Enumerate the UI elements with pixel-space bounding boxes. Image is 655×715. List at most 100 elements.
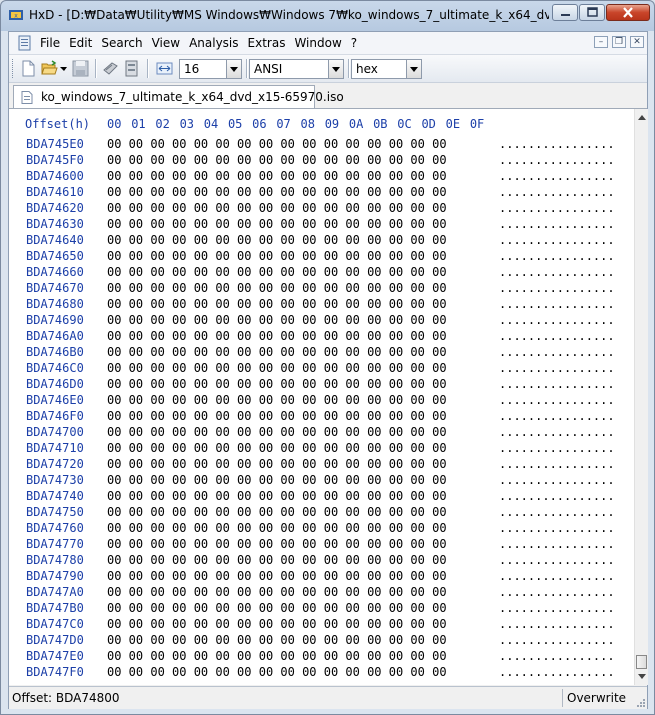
toolbar-grip[interactable]: [12, 59, 16, 78]
charset-select[interactable]: ANSI: [249, 59, 344, 79]
bytes-per-row-select[interactable]: 16: [179, 59, 242, 79]
mdi-minimize-button[interactable]: –: [594, 36, 608, 48]
row-text[interactable]: ................: [499, 313, 615, 327]
row-text[interactable]: ................: [499, 185, 615, 199]
scroll-up-icon[interactable]: [638, 115, 646, 120]
row-hex-bytes[interactable]: 00 00 00 00 00 00 00 00 00 00 00 00 00 0…: [107, 441, 447, 455]
row-hex-bytes[interactable]: 00 00 00 00 00 00 00 00 00 00 00 00 00 0…: [107, 649, 447, 663]
row-text[interactable]: ................: [499, 329, 615, 343]
row-hex-bytes[interactable]: 00 00 00 00 00 00 00 00 00 00 00 00 00 0…: [107, 489, 447, 503]
row-hex-bytes[interactable]: 00 00 00 00 00 00 00 00 00 00 00 00 00 0…: [107, 393, 447, 407]
row-hex-bytes[interactable]: 00 00 00 00 00 00 00 00 00 00 00 00 00 0…: [107, 585, 447, 599]
row-hex-bytes[interactable]: 00 00 00 00 00 00 00 00 00 00 00 00 00 0…: [107, 521, 447, 535]
row-text[interactable]: ................: [499, 361, 615, 375]
vertical-scrollbar[interactable]: [634, 109, 648, 685]
row-hex-bytes[interactable]: 00 00 00 00 00 00 00 00 00 00 00 00 00 0…: [107, 553, 447, 567]
row-hex-bytes[interactable]: 00 00 00 00 00 00 00 00 00 00 00 00 00 0…: [107, 249, 447, 263]
row-text[interactable]: ................: [499, 585, 615, 599]
row-text[interactable]: ................: [499, 409, 615, 423]
row-hex-bytes[interactable]: 00 00 00 00 00 00 00 00 00 00 00 00 00 0…: [107, 457, 447, 471]
row-hex-bytes[interactable]: 00 00 00 00 00 00 00 00 00 00 00 00 00 0…: [107, 185, 447, 199]
row-text[interactable]: ................: [499, 425, 615, 439]
row-text[interactable]: ................: [499, 217, 615, 231]
row-text[interactable]: ................: [499, 441, 615, 455]
row-hex-bytes[interactable]: 00 00 00 00 00 00 00 00 00 00 00 00 00 0…: [107, 537, 447, 551]
row-hex-bytes[interactable]: 00 00 00 00 00 00 00 00 00 00 00 00 00 0…: [107, 409, 447, 423]
menu-item[interactable]: Edit: [69, 36, 92, 50]
row-text[interactable]: ................: [499, 505, 615, 519]
row-hex-bytes[interactable]: 00 00 00 00 00 00 00 00 00 00 00 00 00 0…: [107, 601, 447, 615]
row-text[interactable]: ................: [499, 281, 615, 295]
row-text[interactable]: ................: [499, 137, 615, 151]
row-text[interactable]: ................: [499, 489, 615, 503]
row-hex-bytes[interactable]: 00 00 00 00 00 00 00 00 00 00 00 00 00 0…: [107, 313, 447, 327]
row-hex-bytes[interactable]: 00 00 00 00 00 00 00 00 00 00 00 00 00 0…: [107, 361, 447, 375]
row-hex-bytes[interactable]: 00 00 00 00 00 00 00 00 00 00 00 00 00 0…: [107, 633, 447, 647]
menu-item[interactable]: File: [40, 36, 60, 50]
row-text[interactable]: ................: [499, 665, 615, 679]
row-text[interactable]: ................: [499, 377, 615, 391]
new-file-icon[interactable]: [20, 60, 37, 77]
row-text[interactable]: ................: [499, 265, 615, 279]
minimize-button[interactable]: [552, 4, 578, 21]
maximize-button[interactable]: [579, 4, 605, 21]
row-text[interactable]: ................: [499, 601, 615, 615]
document-menu-icon[interactable]: [17, 35, 33, 51]
row-hex-bytes[interactable]: 00 00 00 00 00 00 00 00 00 00 00 00 00 0…: [107, 377, 447, 391]
menu-item[interactable]: Search: [101, 36, 142, 50]
tab-iso-file[interactable]: ko_windows_7_ultimate_k_x64_dvd_x15-6597…: [13, 85, 344, 108]
close-button[interactable]: [606, 4, 650, 21]
row-hex-bytes[interactable]: 00 00 00 00 00 00 00 00 00 00 00 00 00 0…: [107, 665, 447, 679]
row-hex-bytes[interactable]: 00 00 00 00 00 00 00 00 00 00 00 00 00 0…: [107, 425, 447, 439]
row-hex-bytes[interactable]: 00 00 00 00 00 00 00 00 00 00 00 00 00 0…: [107, 329, 447, 343]
hex-editor[interactable]: Offset(h) 00 01 02 03 04 05 06 07 08 09 0A 0B 0C 0D 0E…: [9, 109, 634, 685]
row-text[interactable]: ................: [499, 457, 615, 471]
row-hex-bytes[interactable]: 00 00 00 00 00 00 00 00 00 00 00 00 00 0…: [107, 345, 447, 359]
offset-base-select[interactable]: hex: [351, 59, 422, 79]
row-text[interactable]: ................: [499, 233, 615, 247]
menu-item[interactable]: View: [152, 36, 180, 50]
row-hex-bytes[interactable]: 00 00 00 00 00 00 00 00 00 00 00 00 00 0…: [107, 137, 447, 151]
row-text[interactable]: ................: [499, 201, 615, 215]
row-hex-bytes[interactable]: 00 00 00 00 00 00 00 00 00 00 00 00 00 0…: [107, 505, 447, 519]
row-text[interactable]: ................: [499, 537, 615, 551]
row-hex-bytes[interactable]: 00 00 00 00 00 00 00 00 00 00 00 00 00 0…: [107, 153, 447, 167]
row-hex-bytes[interactable]: 00 00 00 00 00 00 00 00 00 00 00 00 00 0…: [107, 217, 447, 231]
row-text[interactable]: ................: [499, 297, 615, 311]
chevron-down-icon[interactable]: [328, 60, 343, 78]
row-hex-bytes[interactable]: 00 00 00 00 00 00 00 00 00 00 00 00 00 0…: [107, 281, 447, 295]
row-text[interactable]: ................: [499, 633, 615, 647]
mdi-close-button[interactable]: ✕: [630, 36, 644, 48]
row-hex-bytes[interactable]: 00 00 00 00 00 00 00 00 00 00 00 00 00 0…: [107, 297, 447, 311]
row-text[interactable]: ................: [499, 249, 615, 263]
menu-item[interactable]: ?: [351, 36, 357, 50]
row-text[interactable]: ................: [499, 153, 615, 167]
row-hex-bytes[interactable]: 00 00 00 00 00 00 00 00 00 00 00 00 00 0…: [107, 473, 447, 487]
row-text[interactable]: ................: [499, 649, 615, 663]
scroll-down-icon[interactable]: [638, 674, 646, 679]
row-text[interactable]: ................: [499, 345, 615, 359]
row-hex-bytes[interactable]: 00 00 00 00 00 00 00 00 00 00 00 00 00 0…: [107, 201, 447, 215]
save-icon[interactable]: [72, 60, 89, 77]
row-text[interactable]: ................: [499, 473, 615, 487]
title-bar[interactable]: x HxD - [D:₩Data₩Utility₩MS Windows₩Wind…: [1, 1, 654, 29]
row-text[interactable]: ................: [499, 169, 615, 183]
chevron-down-icon[interactable]: [226, 60, 241, 78]
row-text[interactable]: ................: [499, 521, 615, 535]
row-hex-bytes[interactable]: 00 00 00 00 00 00 00 00 00 00 00 00 00 0…: [107, 233, 447, 247]
menu-item[interactable]: Window: [294, 36, 341, 50]
scrollbar-thumb[interactable]: [636, 655, 647, 669]
disk-icon[interactable]: [102, 60, 119, 77]
row-text[interactable]: ................: [499, 617, 615, 631]
open-dropdown-icon[interactable]: [59, 60, 68, 77]
row-text[interactable]: ................: [499, 393, 615, 407]
menu-item[interactable]: Analysis: [189, 36, 238, 50]
row-text[interactable]: ................: [499, 569, 615, 583]
row-hex-bytes[interactable]: 00 00 00 00 00 00 00 00 00 00 00 00 00 0…: [107, 169, 447, 183]
resize-grip-icon[interactable]: [636, 698, 646, 708]
status-mode[interactable]: Overwrite: [567, 691, 626, 705]
menu-item[interactable]: Extras: [248, 36, 286, 50]
drives-icon[interactable]: [123, 60, 140, 77]
row-text[interactable]: ................: [499, 553, 615, 567]
row-hex-bytes[interactable]: 00 00 00 00 00 00 00 00 00 00 00 00 00 0…: [107, 617, 447, 631]
